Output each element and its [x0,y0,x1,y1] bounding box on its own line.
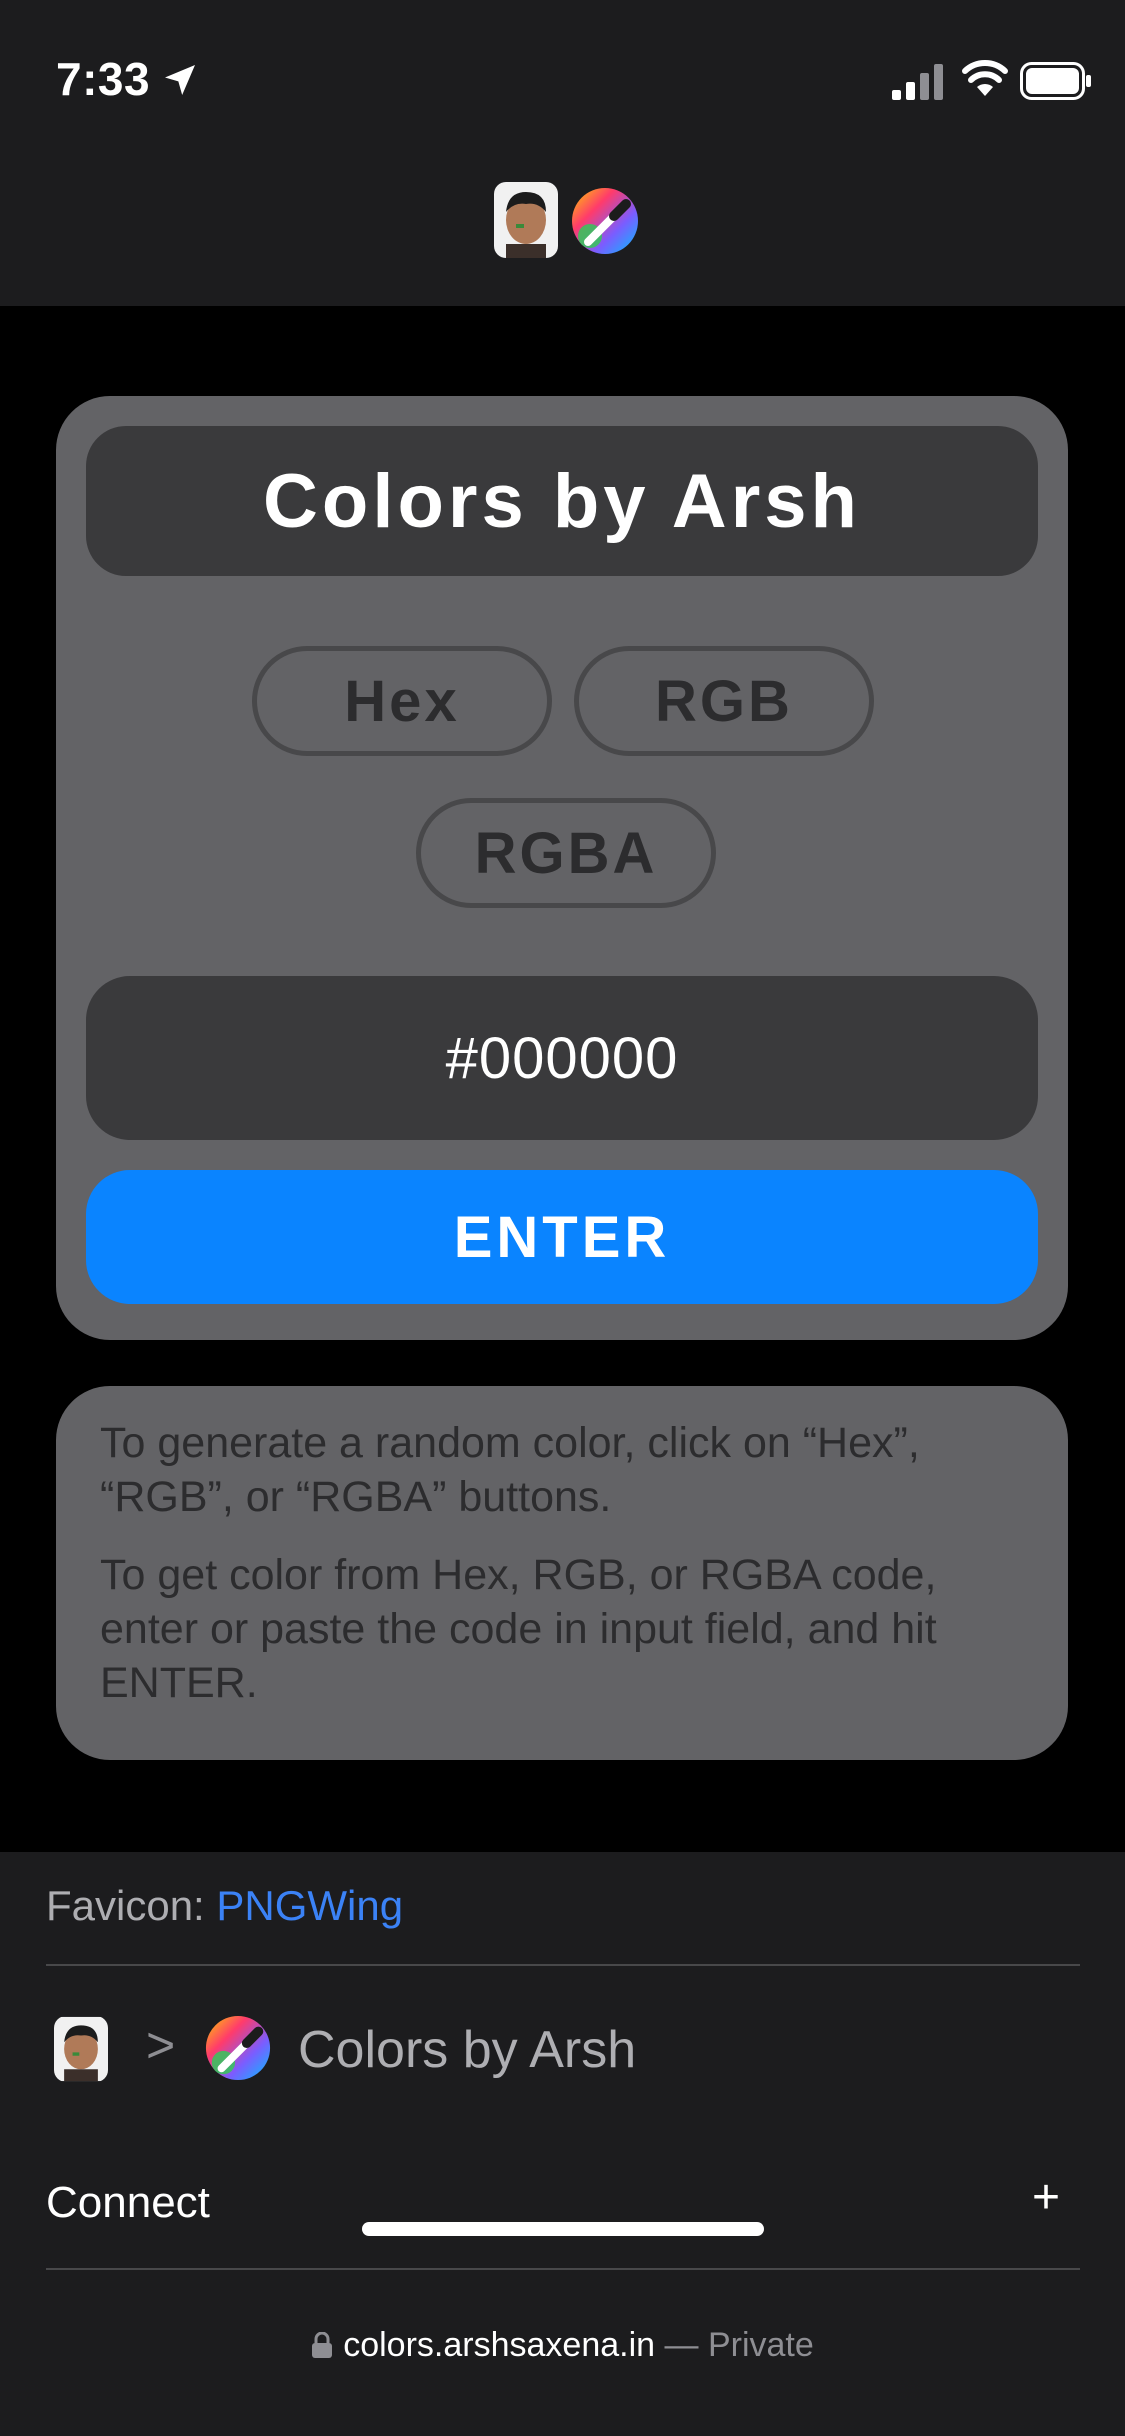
status-time: 7:33 [56,53,151,105]
favicon-credit-label: Favicon: [46,1882,205,1929]
instructions-card: To generate a random color, click on “He… [56,1386,1068,1760]
location-arrow-icon [165,65,195,95]
favicon-credit: Favicon: PNGWing [46,1882,403,1930]
url-text: colors.arshsaxena.in [343,2326,656,2364]
address-display[interactable]: colors.arshsaxena.in — Private [0,2326,1125,2365]
chevron-right-icon: > [146,2017,176,2073]
cellular-signal-icon [892,64,943,100]
connect-section-header[interactable]: Connect [46,2178,210,2228]
color-code-input[interactable]: #000000 [86,976,1038,1140]
home-indicator[interactable] [362,2222,764,2236]
divider [46,2268,1080,2270]
page-title: Colors by Arsh [86,426,1038,576]
instruction-code: To get color from Hex, RGB, or RGBA code… [100,1551,937,1707]
lock-icon [312,2332,333,2358]
wifi-icon [962,60,1008,96]
enter-button[interactable]: ENTER [86,1170,1038,1304]
color-picker-logo-icon[interactable] [204,2014,272,2082]
color-picker-logo-icon[interactable] [570,186,640,256]
rgba-button[interactable]: RGBA [416,798,716,908]
status-bar: 7:33 [0,0,1125,160]
expand-plus-icon[interactable]: + [1032,2170,1060,2225]
hex-button[interactable]: Hex [252,646,552,756]
divider [46,1964,1080,1966]
battery-icon [1020,62,1091,100]
avatar-icon[interactable] [494,182,558,258]
breadcrumb-current-page[interactable]: Colors by Arsh [298,2020,636,2080]
pngwing-link[interactable]: PNGWing [216,1882,403,1929]
rgb-button[interactable]: RGB [574,646,874,756]
avatar-icon[interactable] [54,2016,108,2082]
site-header [0,160,1125,306]
instruction-random: To generate a random color, click on “He… [100,1419,920,1521]
private-mode-label: — Private [664,2326,814,2364]
browser-address-bar[interactable]: colors.arshsaxena.in — Private [0,2280,1125,2436]
color-tool-card: Colors by Arsh Hex RGB RGBA #000000 ENTE… [56,396,1068,1340]
breadcrumb: > Colors by Arsh [46,2012,1080,2092]
